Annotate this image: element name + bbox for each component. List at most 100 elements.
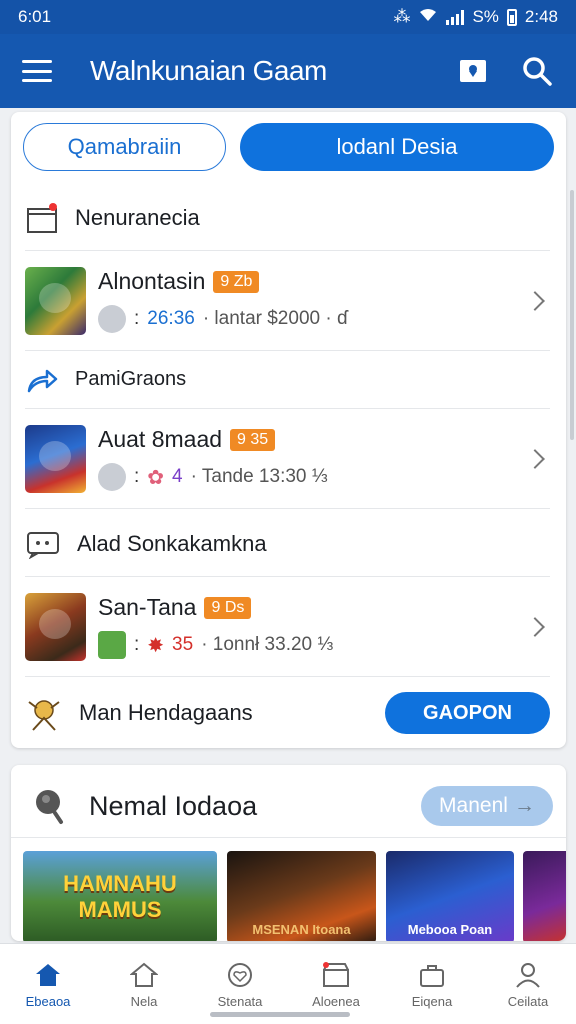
game-thumbnail xyxy=(25,266,86,335)
promo-label: Mebooa Poan xyxy=(407,922,493,937)
nav-eiqena[interactable]: Eiqena xyxy=(384,944,480,1024)
featured-header: Nemal Iodaoa Manenl → xyxy=(33,779,553,833)
game-title: Alnontasin xyxy=(98,268,206,294)
promo-tile-3[interactable]: Mebooa Poan xyxy=(386,851,514,941)
promo-tile-2[interactable]: MSENAN Itoana xyxy=(227,851,376,941)
nav-label: Ceilata xyxy=(507,994,549,1009)
nav-home[interactable]: Ebeaoa xyxy=(0,944,96,1024)
battery-icon xyxy=(506,8,517,26)
game-meta: : ✸ 35 · 1onnł 33.20 ⅓ xyxy=(98,631,528,659)
map-pin-icon xyxy=(460,60,486,82)
house-outline-icon xyxy=(130,962,158,987)
map-pin-button[interactable] xyxy=(456,54,490,88)
game-title: San-Tana xyxy=(98,594,197,620)
box-icon xyxy=(27,202,57,233)
settings-icon xyxy=(98,463,126,491)
tab-right-active[interactable]: lodanl Desia xyxy=(240,123,554,171)
game-meta: : ✿ 4 · Tande 13:30 ⅓ xyxy=(98,463,528,491)
promo-art-text: HAMNAHU MAMUS xyxy=(63,871,177,922)
battery-percent: S% xyxy=(472,7,499,26)
target-icon: ✸ xyxy=(147,634,165,657)
status-icons: ⁂ S% 2:48 xyxy=(393,7,558,28)
nfc-icon: ⁂ xyxy=(393,7,411,26)
game-info: San-Tana 9 Ds : ✸ 35 · 1onnł 33.20 ⅓ xyxy=(98,594,528,659)
game-badge: 9 35 xyxy=(230,428,276,451)
promo-tile-1[interactable]: HAMNAHU MAMUS xyxy=(23,851,217,941)
app-bar: Walnkunaian Gaam xyxy=(0,34,576,108)
section-header-3: Alad Sonkakamkna xyxy=(25,511,550,577)
home-icon xyxy=(36,964,60,986)
game-meta: : 26:36 · lantar $2000 · ɗ xyxy=(98,305,528,333)
chevron-right-icon xyxy=(525,616,545,637)
section-label: Man Hendagaans xyxy=(79,700,253,725)
game-title: Auat 8maad xyxy=(98,426,223,452)
status-clock: 2:48 xyxy=(524,7,558,26)
tab-group: Qamabraiin lodanl Desia xyxy=(23,123,554,171)
game-badge: 9 Zb xyxy=(213,270,260,293)
chat-icon xyxy=(27,531,59,559)
game-thumbnail xyxy=(25,424,86,493)
chevron-right-icon xyxy=(525,290,545,311)
featured-title: Nemal Iodaoa xyxy=(89,790,258,821)
share-arrow-icon xyxy=(27,369,58,392)
status-bar: 6:01 ⁂ S% 2:48 xyxy=(0,0,576,34)
more-label: Manenl xyxy=(439,794,508,817)
nav-nela[interactable]: Nela xyxy=(96,944,192,1024)
briefcase-icon xyxy=(420,965,444,987)
home-indicator[interactable] xyxy=(210,1012,350,1017)
game-desc: · Tande 13:30 ⅓ xyxy=(190,466,328,487)
wifi-icon xyxy=(418,7,438,28)
signal-icon xyxy=(446,9,465,25)
search-button[interactable] xyxy=(520,54,554,88)
status-time: 6:01 xyxy=(18,7,52,26)
featured-card: Nemal Iodaoa Manenl → HAMNAHU MAMUS MSEN… xyxy=(11,765,566,941)
nav-label: Eiqena xyxy=(411,994,453,1009)
search-icon xyxy=(523,57,552,86)
tab-left[interactable]: Qamabraiin xyxy=(23,123,226,171)
person-icon xyxy=(516,963,540,988)
section-header-1: Nenuranecia xyxy=(25,185,550,251)
promo-label: MSENAN Itoana xyxy=(252,922,351,937)
arrow-right-icon: → xyxy=(513,794,535,817)
section-header-2: PamiGraons xyxy=(25,351,550,409)
game-info: Auat 8maad 9 35 : ✿ 4 · Tande 13:30 ⅓ xyxy=(98,426,528,491)
nav-label: Nela xyxy=(130,994,158,1009)
game-value: 4 xyxy=(172,466,183,487)
game-row-1[interactable]: Alnontasin 9 Zb : 26:36 · lantar $2000 ·… xyxy=(25,251,550,351)
games-card: Qamabraiin lodanl Desia Nenuranecia Alno… xyxy=(11,112,566,748)
section-header-4: Man Hendagaans GAOPON xyxy=(25,679,550,747)
game-desc: · 1onnł 33.20 ⅓ xyxy=(201,634,334,655)
nav-label: Stenata xyxy=(217,994,263,1009)
app-title: Walnkunaian Gaam xyxy=(90,55,327,86)
scrollbar[interactable] xyxy=(570,190,574,440)
section-label: PamiGraons xyxy=(75,368,187,390)
nav-label: Aloenea xyxy=(312,994,360,1009)
game-badge: 9 Ds xyxy=(204,596,252,619)
game-name: Auat 8maad 9 35 xyxy=(98,426,528,453)
store-icon xyxy=(323,962,349,987)
promo-tile-4[interactable] xyxy=(523,851,566,941)
divider xyxy=(11,837,566,838)
game-mini-icon xyxy=(98,631,126,659)
game-value: 35 xyxy=(172,634,194,655)
game-row-3[interactable]: San-Tana 9 Ds : ✸ 35 · 1onnł 33.20 ⅓ xyxy=(25,577,550,677)
section-label: Alad Sonkakamkna xyxy=(77,530,267,556)
game-name: Alnontasin 9 Zb xyxy=(98,268,528,295)
more-button[interactable]: Manenl → xyxy=(421,786,553,826)
game-name: San-Tana 9 Ds xyxy=(98,594,528,621)
section-label: Nenuranecia xyxy=(75,204,200,230)
gaopon-button[interactable]: GAOPON xyxy=(385,692,550,734)
game-row-2[interactable]: Auat 8maad 9 35 : ✿ 4 · Tande 13:30 ⅓ xyxy=(25,409,550,509)
magnifier-icon xyxy=(36,790,63,824)
game-thumbnail xyxy=(25,592,86,661)
settings-icon xyxy=(98,305,126,333)
game-value: 26:36 xyxy=(147,308,195,329)
flower-icon: ✿ xyxy=(147,466,165,489)
game-desc: · lantar $2000 · ɗ xyxy=(202,308,348,329)
heart-icon xyxy=(228,963,252,987)
game-info: Alnontasin 9 Zb : 26:36 · lantar $2000 ·… xyxy=(98,268,528,333)
menu-icon[interactable] xyxy=(22,60,52,82)
character-icon xyxy=(28,700,60,731)
nav-ceilata[interactable]: Ceilata xyxy=(480,944,576,1024)
nav-label: Ebeaoa xyxy=(25,994,71,1009)
